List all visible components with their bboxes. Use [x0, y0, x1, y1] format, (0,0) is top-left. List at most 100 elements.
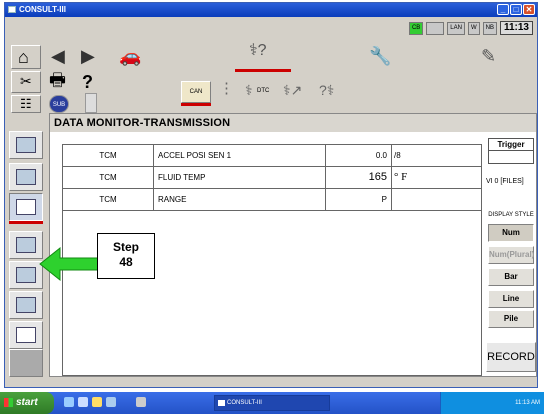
- back-arrow-icon: ◀: [51, 46, 65, 66]
- settings-icon: ☷: [20, 96, 32, 111]
- tray-clock: 11:13 AM: [515, 400, 540, 406]
- app-window: CONSULT-III _ □ ✕ CB LAN W NB 11:13 ⌂ ◀ …: [4, 2, 538, 388]
- value-cell: P: [325, 189, 391, 210]
- data-monitor-icon: ⋮: [219, 80, 234, 97]
- unit-cell: /8: [391, 145, 481, 166]
- taskbar-item-consult[interactable]: CONSULT-III: [214, 395, 330, 411]
- dtc-label: DTC: [257, 88, 270, 94]
- sidebar-item-blank[interactable]: [9, 349, 43, 377]
- dtc-button[interactable]: ⚕ DTC: [245, 81, 275, 103]
- nb-status-badge: NB: [482, 21, 497, 35]
- data-monitor-button[interactable]: ⋮: [217, 81, 239, 103]
- repair-button[interactable]: 🔧: [355, 45, 411, 69]
- back-button[interactable]: ◀: [49, 47, 69, 67]
- sidebar-active-indicator: [9, 221, 43, 224]
- step-callout: Step 48: [97, 233, 155, 279]
- toolbar: CB LAN W NB 11:13 ⌂ ◀ ▶ ✂ 🖶 ? ☷ SUB 🚗 ⚕?…: [5, 17, 537, 113]
- stethoscope-icon: ⚕?: [249, 42, 267, 59]
- diagnosis-button[interactable]: ⚕?: [235, 43, 291, 69]
- maximize-button[interactable]: □: [510, 4, 522, 15]
- num-plural-button[interactable]: Num(Plural): [488, 246, 534, 264]
- status-area: CB LAN W NB 11:13: [408, 21, 533, 35]
- clock: 11:13: [499, 21, 533, 35]
- quicklaunch-folder-icon[interactable]: [92, 397, 102, 407]
- active-test-sidebar-icon: [16, 237, 36, 253]
- active-test-icon: ⚕↗: [283, 82, 303, 98]
- document-icon: [16, 297, 36, 313]
- quicklaunch-desktop-icon[interactable]: [78, 397, 88, 407]
- sub-mode-button[interactable]: SUB: [49, 95, 69, 113]
- vehicle-select-button[interactable]: 🚗: [113, 45, 169, 69]
- step-label: Step: [112, 240, 139, 254]
- item-cell: RANGE: [153, 189, 325, 210]
- num-button[interactable]: Num: [488, 224, 534, 242]
- trash-icon: [16, 327, 36, 343]
- table-row[interactable]: TCM RANGE P: [63, 189, 481, 211]
- line-button[interactable]: Line: [488, 290, 534, 308]
- record-button[interactable]: RECORD: [486, 342, 536, 372]
- can-active-indicator: [181, 103, 211, 106]
- forward-button[interactable]: ▶: [79, 47, 99, 67]
- table-row[interactable]: TCM FLUID TEMP 165 ° F: [63, 167, 481, 189]
- window-icon: [218, 400, 225, 406]
- help-button[interactable]: ?: [79, 73, 101, 95]
- start-label: start: [16, 397, 38, 408]
- system-tray: 11:13 AM: [440, 392, 544, 414]
- quicklaunch-app-icon[interactable]: [136, 397, 146, 407]
- tools-icon: ✎: [481, 46, 497, 66]
- help-icon: ?: [82, 72, 93, 92]
- system-cell: TCM: [99, 173, 117, 182]
- hand-screen-icon: [16, 267, 36, 283]
- bar-button[interactable]: Bar: [488, 268, 534, 286]
- step-number: 48: [119, 255, 133, 269]
- sidebar-item-config[interactable]: [9, 321, 43, 349]
- app-icon: [8, 6, 16, 13]
- quicklaunch-media-icon[interactable]: [106, 397, 116, 407]
- car-connector-icon: 🚗: [119, 46, 142, 66]
- wireless-status-badge: W: [467, 21, 480, 35]
- page-title: DATA MONITOR-TRANSMISSION: [50, 114, 536, 132]
- sidebar-item-data-monitor[interactable]: [9, 193, 43, 221]
- dtc-stethoscope-icon: ⚕: [245, 82, 253, 98]
- system-cell: TCM: [99, 151, 117, 160]
- work-support-icon: ?⚕: [319, 82, 335, 98]
- start-button[interactable]: start: [0, 392, 54, 414]
- wrench-icon: 🔧: [369, 46, 392, 66]
- vi-status-badge: CB: [408, 21, 424, 35]
- value-cell: 165: [325, 167, 391, 188]
- quicklaunch-ie-icon[interactable]: [64, 397, 74, 407]
- settings-menu-button[interactable]: ✎: [473, 45, 513, 69]
- close-button[interactable]: ✕: [523, 4, 535, 15]
- trigger-box[interactable]: Trigger: [488, 138, 534, 164]
- trigger-label: Trigger: [489, 139, 533, 151]
- home-icon: ⌂: [18, 47, 29, 67]
- sidebar-item-dtc[interactable]: [9, 163, 43, 191]
- item-cell: ACCEL POSI SEN 1: [153, 145, 325, 166]
- tool-settings-button[interactable]: ☷: [11, 95, 41, 113]
- can-button[interactable]: CAN: [181, 81, 211, 103]
- lan-status-badge: LAN: [447, 21, 465, 35]
- item-cell: FLUID TEMP: [153, 167, 325, 188]
- print-button[interactable]: 🖶: [47, 71, 73, 93]
- right-panel: Trigger VI 0 [FILES] DISPLAY STYLE Num N…: [486, 134, 536, 376]
- windows-logo-icon: [4, 398, 13, 407]
- forward-arrow-icon: ▶: [81, 46, 95, 66]
- screen-capture-icon: ✂: [20, 73, 32, 89]
- title-bar: CONSULT-III _ □ ✕: [5, 3, 537, 17]
- files-count: VI 0 [FILES]: [486, 178, 524, 185]
- home-button[interactable]: ⌂: [11, 45, 41, 69]
- system-cell: TCM: [99, 195, 117, 204]
- green-arrow-icon: [39, 246, 101, 282]
- sidebar-item-ecu-identification[interactable]: [9, 291, 43, 319]
- screenshot-button[interactable]: ✂: [11, 71, 41, 93]
- sidebar-item-select-system[interactable]: [9, 131, 43, 159]
- work-support-button[interactable]: ?⚕: [317, 81, 347, 103]
- pile-button[interactable]: Pile: [488, 310, 534, 328]
- hand-dtc-icon: [16, 169, 36, 185]
- value-cell: 0.0: [325, 145, 391, 166]
- battery-indicator: [85, 93, 97, 113]
- minimize-button[interactable]: _: [497, 4, 509, 15]
- table-row[interactable]: TCM ACCEL POSI SEN 1 0.0 /8: [63, 145, 481, 167]
- window-controls: _ □ ✕: [497, 4, 535, 15]
- active-test-button[interactable]: ⚕↗: [281, 81, 311, 103]
